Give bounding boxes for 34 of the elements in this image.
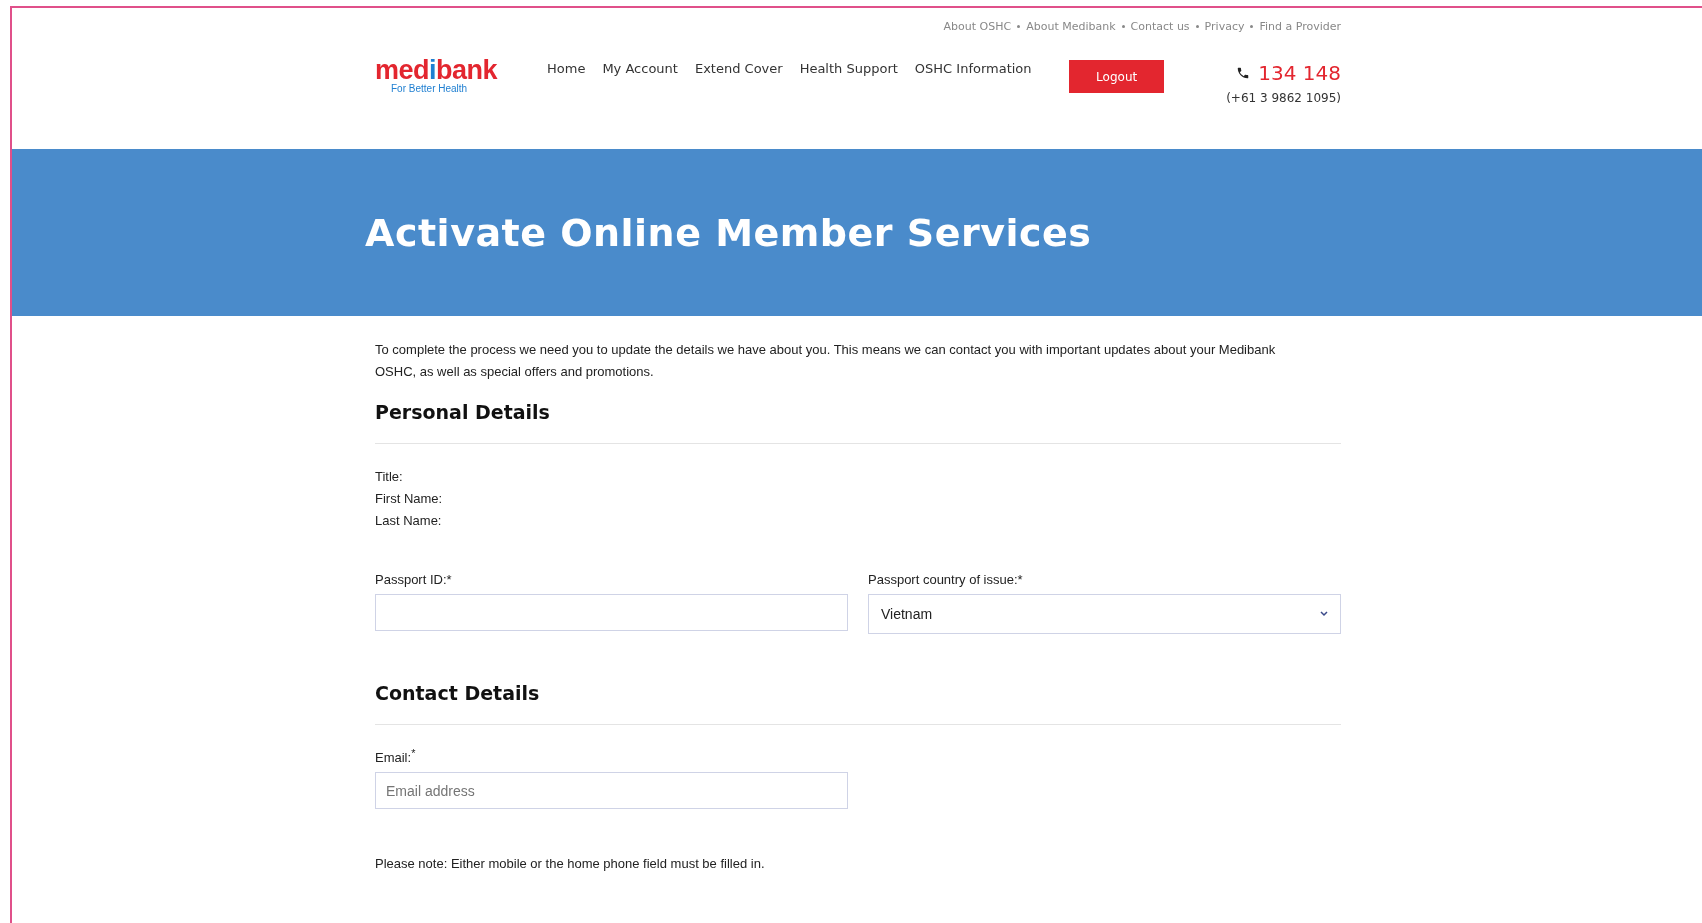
nav-link[interactable]: Extend Cover: [694, 61, 783, 76]
page-title: Activate Online Member Services: [365, 210, 1092, 255]
logo[interactable]: medibank For Better Health: [375, 57, 505, 94]
intro-paragraph: To complete the process we need you to update the details we have about you. This means we can contact you with important updates about your Medibank OSHC, as well as special offers and promotions.: [375, 341, 1277, 381]
section-heading: Contact Details: [375, 682, 541, 704]
field-label: Passport ID:*: [375, 572, 453, 587]
top-link[interactable]: Contact us: [1130, 20, 1190, 33]
phone-icon: [1236, 66, 1251, 80]
passport-id-field[interactable]: [375, 594, 848, 631]
separator-dot: [1250, 25, 1254, 28]
nav-link[interactable]: Health Support: [799, 61, 898, 76]
nav-link[interactable]: OSHC Information: [914, 61, 1032, 76]
field-label: Title:: [375, 468, 404, 486]
email-field[interactable]: Email address: [375, 772, 848, 810]
international-phone: (+61 3 9862 1095): [1226, 91, 1341, 105]
nav-link[interactable]: My Account: [602, 61, 678, 76]
nav-link[interactable]: Home: [547, 61, 586, 76]
field-label: Passport country of issue:*: [868, 572, 1024, 587]
field-label: Last Name:: [375, 512, 443, 530]
top-link[interactable]: Find a Provider: [1259, 20, 1341, 33]
country-select[interactable]: Vietnam: [868, 594, 1341, 634]
separator-dot: [1195, 25, 1199, 28]
separator-dot: [1017, 25, 1021, 28]
logout-button[interactable]: Logout: [1069, 60, 1165, 93]
note-text: Please note: Either mobile or the home phone field must be filled in.: [375, 856, 766, 872]
section-heading: Personal Details: [375, 401, 551, 423]
phone-number[interactable]: 134 148: [1258, 61, 1341, 85]
field-label: Email:$^{*}$: [375, 747, 417, 766]
top-link[interactable]: About Medibank: [1026, 20, 1116, 33]
chevron-down-icon: [1320, 611, 1328, 617]
top-link[interactable]: About OSHC: [943, 20, 1012, 33]
separator-dot: [1121, 25, 1125, 28]
top-link[interactable]: Privacy: [1204, 20, 1245, 33]
field-label: First Name:: [375, 490, 444, 508]
